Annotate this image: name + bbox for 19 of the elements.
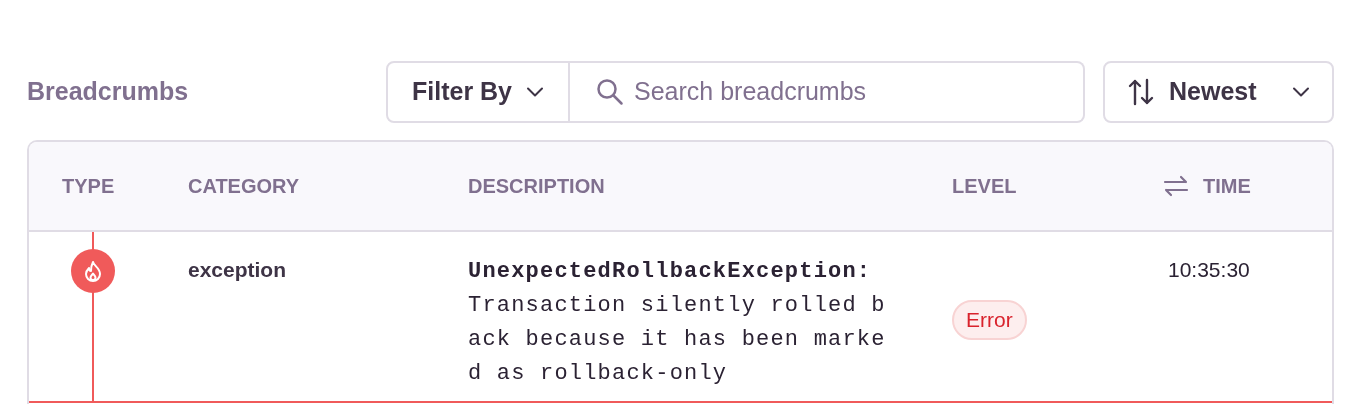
search-icon [596,78,625,106]
column-header: TYPE [62,174,115,199]
section-title: Breadcrumbs [27,76,189,108]
column-header: DESCRIPTION [468,174,605,199]
search-input[interactable]: Search breadcrumbs [634,73,1057,111]
category-text: exception [188,258,287,281]
column-header: LEVEL [952,174,1017,199]
column-header: CATEGORY [188,174,300,199]
filter-dropdown[interactable]: Filter By [386,61,571,123]
swap-icon[interactable] [1163,175,1189,197]
chevron-down-icon [1292,87,1310,97]
description-text: UnexpectedRollbackException: Transaction silently rolled back because it has been marked as rollback-only [468,258,887,388]
time-text: 10:35:30 [1168,258,1250,281]
column-header: TIME [1203,174,1251,199]
search-field[interactable]: Search breadcrumbs [570,61,1085,123]
level-badge: Error [952,300,1027,340]
sort-dropdown[interactable]: Newest [1103,61,1334,123]
sort-icon [1127,78,1155,106]
chevron-down-icon [526,87,545,97]
